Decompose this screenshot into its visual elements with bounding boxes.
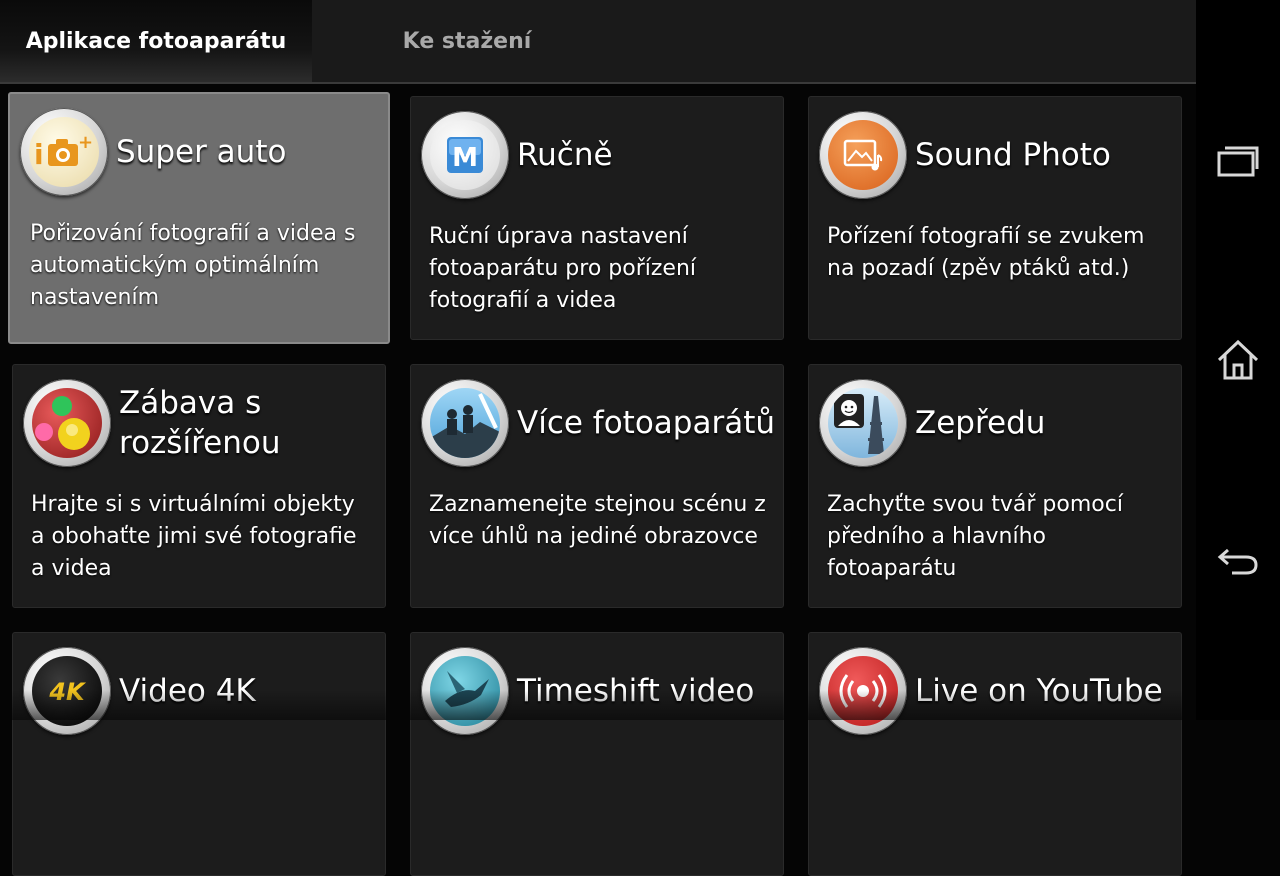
tab-bar: Aplikace fotoaparátu Ke stažení — [0, 0, 1196, 84]
home-button[interactable] — [1208, 330, 1268, 390]
app-description: Zaznamenejte stejnou scénu z více úhlů n… — [429, 492, 766, 549]
super-auto-icon: i + — [20, 108, 108, 196]
app-card-sound-photo[interactable]: Sound Photo Pořízení fotografií se zvuke… — [808, 96, 1182, 340]
app-card-ar-fun[interactable]: Zábava s rozšířenou Hrajte si s virtuáln… — [12, 364, 386, 608]
svg-text:+: + — [78, 132, 93, 153]
app-title: Timeshift video — [517, 673, 755, 709]
app-description: Ruční úprava nastavení fotoaparátu pro p… — [429, 224, 697, 313]
app-card-multi-camera[interactable]: Více fotoaparátů Zaznamenejte stejnou sc… — [410, 364, 784, 608]
app-description: Pořizování fotografií a videa s automati… — [30, 221, 356, 310]
app-card-face-in-picture[interactable]: Zepředu Zachyťte svou tvář pomocí přední… — [808, 364, 1182, 608]
app-title: Sound Photo — [915, 137, 1111, 173]
ar-fun-icon — [23, 379, 111, 467]
app-description: Zachyťte svou tvář pomocí předního a hla… — [827, 492, 1123, 581]
svg-text:M: M — [452, 143, 478, 173]
app-title: Zepředu — [915, 405, 1046, 441]
app-title: Ručně — [517, 137, 613, 173]
svg-text:4K: 4K — [48, 678, 87, 706]
navigation-bar — [1196, 0, 1280, 720]
back-button[interactable] — [1208, 530, 1268, 590]
app-title: Video 4K — [119, 673, 256, 709]
app-card-timeshift-video[interactable]: Timeshift video — [410, 632, 784, 876]
home-icon — [1217, 339, 1259, 380]
recent-apps-button[interactable] — [1208, 130, 1268, 190]
tab-camera-apps[interactable]: Aplikace fotoaparátu — [0, 0, 312, 82]
app-description: Hrajte si s virtuálními objekty a obohať… — [31, 492, 357, 581]
tab-downloads[interactable]: Ke stažení — [312, 0, 622, 82]
app-description: Pořízení fotografií se zvukem na pozadí … — [827, 224, 1145, 281]
manual-icon: M — [421, 111, 509, 199]
app-title: Zábava s rozšířenou — [119, 385, 281, 461]
app-card-super-auto[interactable]: i + Super auto Pořizování fotografií a v… — [8, 92, 390, 344]
app-card-manual[interactable]: M Ručně Ruční úprava nastavení fotoapará… — [410, 96, 784, 340]
svg-text:i: i — [34, 138, 44, 171]
recent-apps-icon — [1217, 146, 1259, 177]
multi-camera-icon — [421, 379, 509, 467]
sound-photo-icon — [819, 111, 907, 199]
back-icon — [1217, 548, 1258, 575]
live-youtube-icon — [819, 647, 907, 735]
app-title: Live on YouTube — [915, 673, 1163, 709]
app-card-live-youtube[interactable]: Live on YouTube — [808, 632, 1182, 876]
app-title: Více fotoaparátů — [517, 405, 776, 441]
face-in-picture-icon — [819, 379, 907, 467]
timeshift-video-icon — [421, 647, 509, 735]
video-4k-icon: 4K — [23, 647, 111, 735]
app-title: Super auto — [116, 134, 287, 170]
app-card-video-4k[interactable]: 4K Video 4K — [12, 632, 386, 876]
